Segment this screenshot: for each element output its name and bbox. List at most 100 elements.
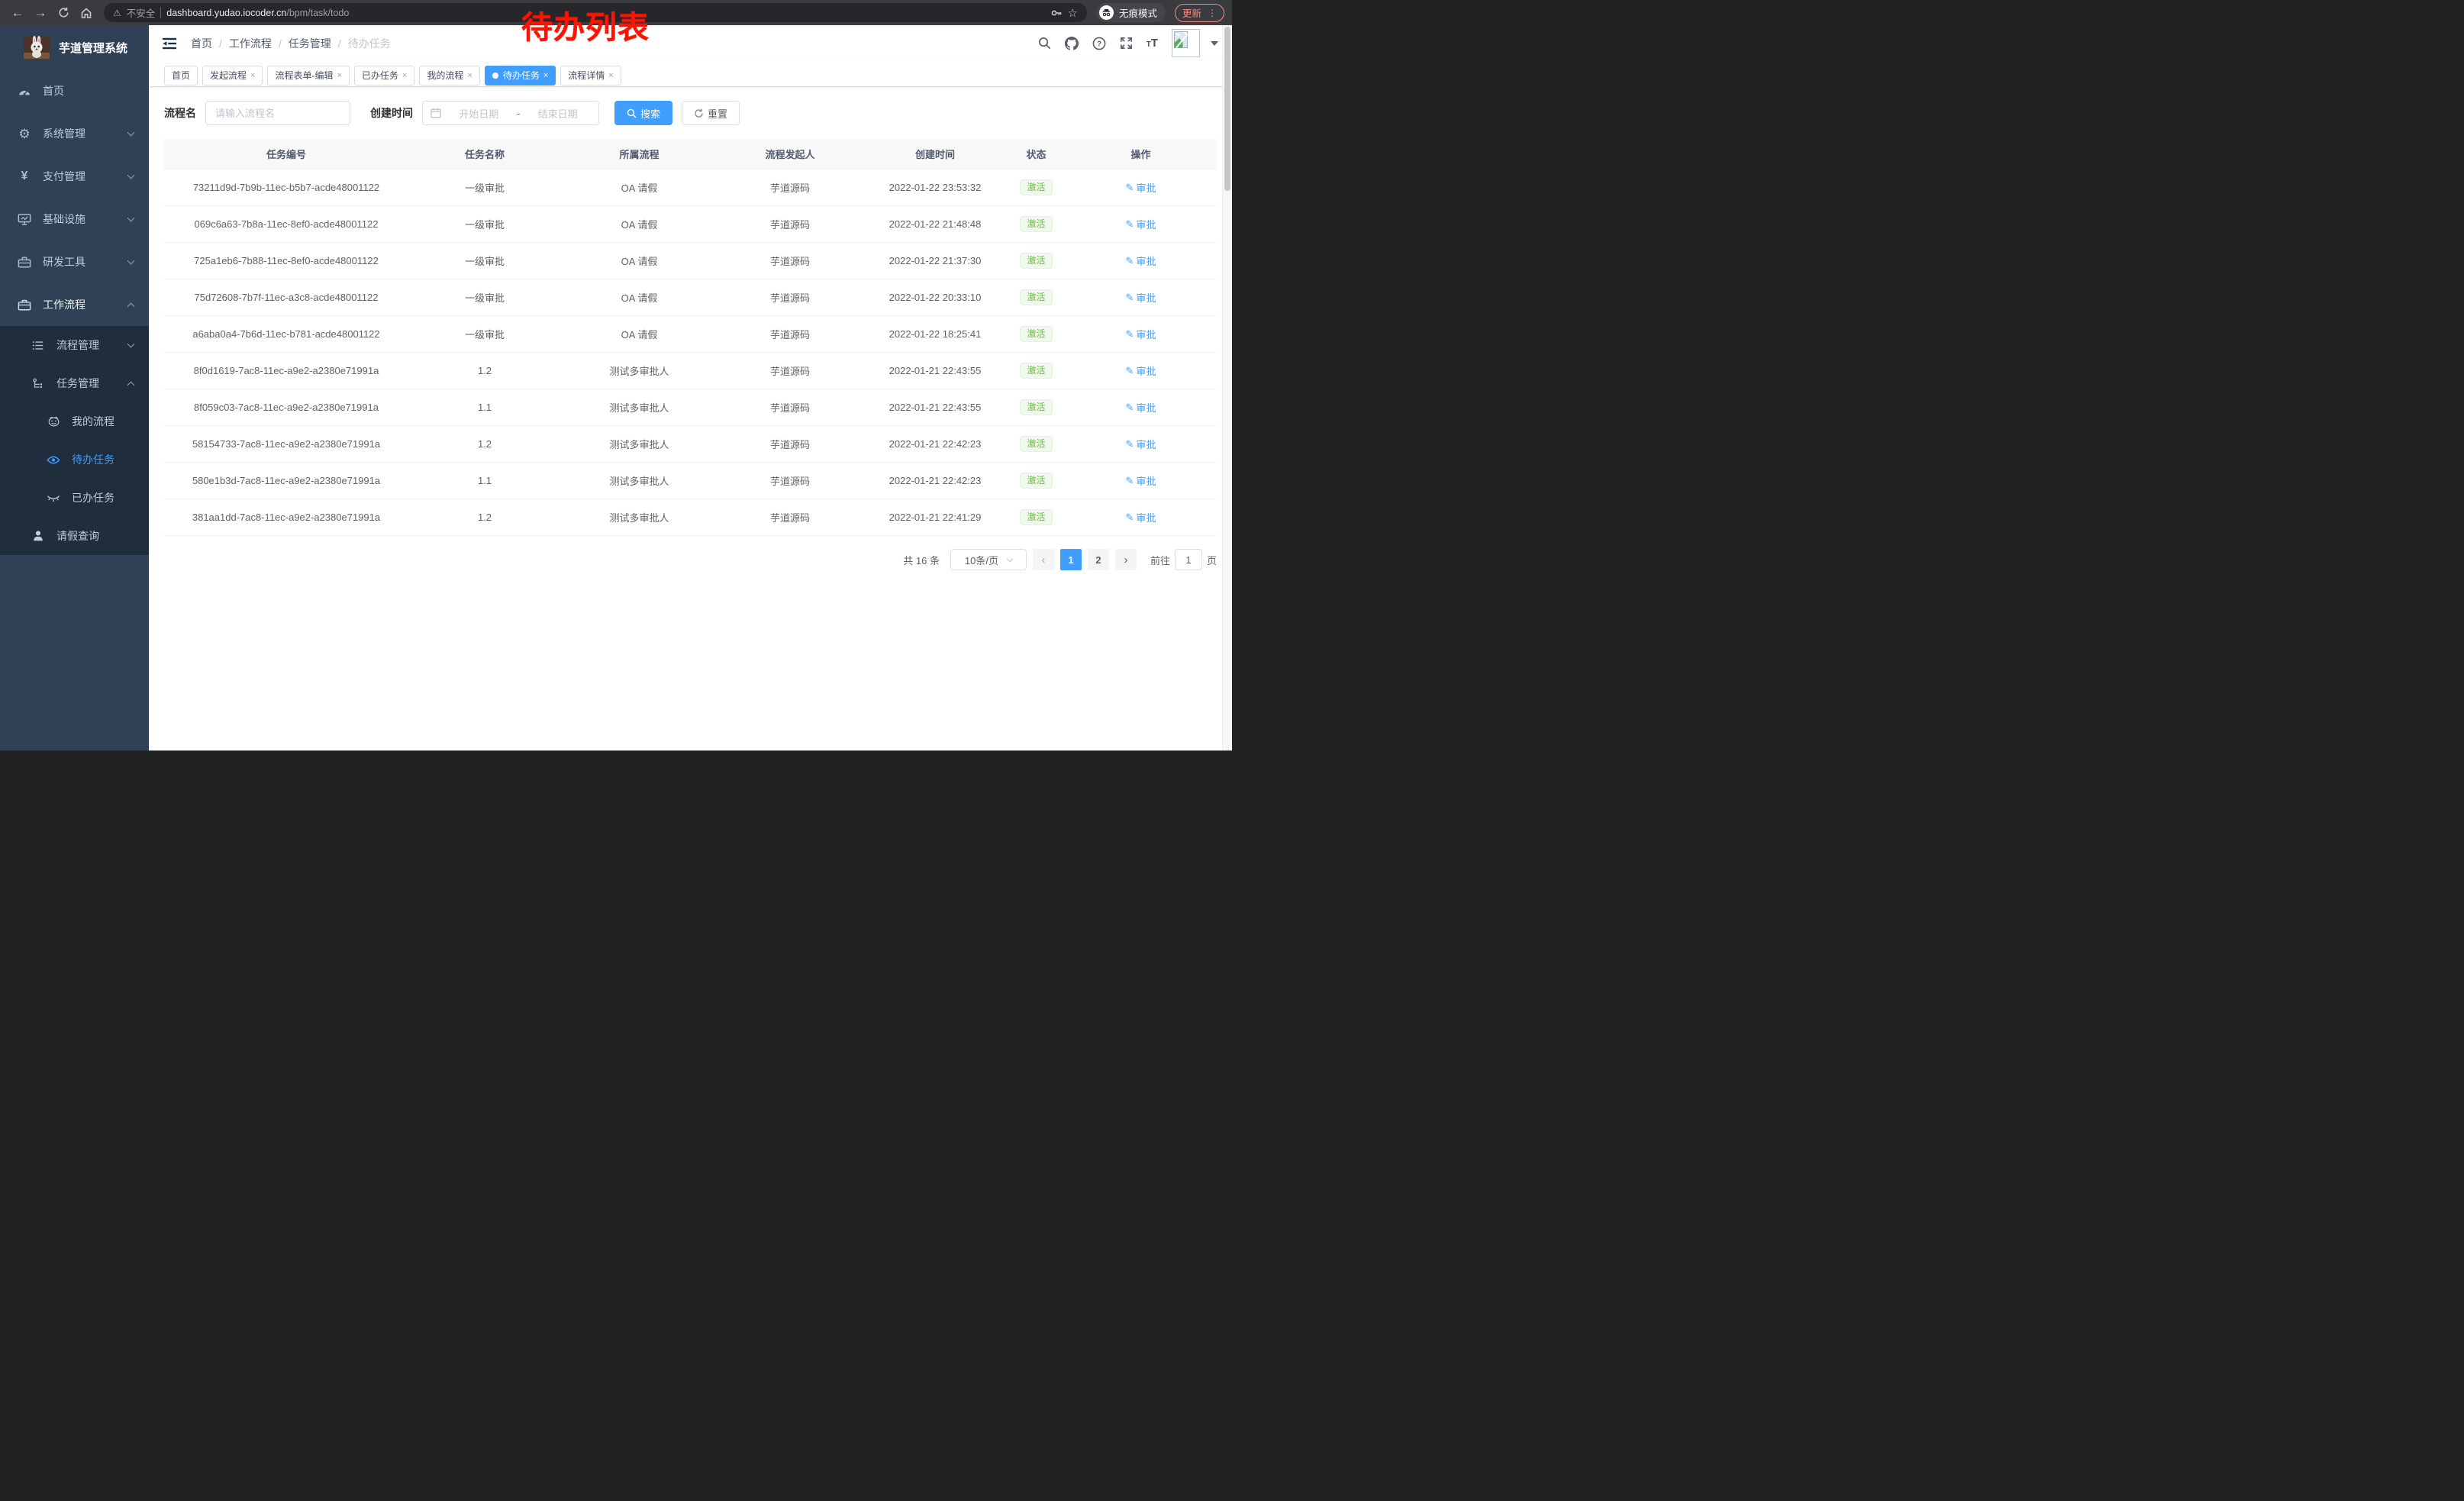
status-badge: 激活: [1020, 216, 1052, 232]
tab-my-process[interactable]: 我的流程×: [419, 66, 479, 86]
approve-link[interactable]: ✎审批: [1126, 217, 1156, 231]
avatar-dropdown-caret-icon[interactable]: [1211, 41, 1218, 46]
sidebar-item-system[interactable]: ⚙ 系统管理: [0, 112, 149, 155]
browser-forward-icon[interactable]: →: [31, 3, 50, 23]
close-tab-icon[interactable]: ×: [608, 71, 613, 80]
app-logo-row[interactable]: 芋道管理系统: [0, 25, 149, 69]
process-name-input[interactable]: [205, 101, 350, 125]
pencil-icon: ✎: [1126, 438, 1134, 450]
cell-task-name: 一级审批: [408, 327, 561, 341]
table-row: 725a1eb6-7b88-11ec-8ef0-acde48001122 一级审…: [164, 243, 1217, 279]
toolbox-icon: [17, 256, 32, 269]
status-badge: 激活: [1020, 509, 1052, 525]
cell-process: 测试多审批人: [561, 363, 718, 378]
approve-link[interactable]: ✎审批: [1126, 510, 1156, 525]
avatar[interactable]: [1172, 29, 1200, 57]
approve-link[interactable]: ✎审批: [1126, 473, 1156, 488]
sidebar-item-workflow[interactable]: 工作流程: [0, 283, 149, 326]
status-badge: 激活: [1020, 399, 1052, 415]
start-date-placeholder[interactable]: 开始日期: [446, 106, 512, 121]
page-size-select[interactable]: 10条/页: [950, 549, 1027, 570]
cell-create-time: 2022-01-21 22:42:23: [863, 475, 1008, 486]
sidebar-item-leave-query[interactable]: 请假查询: [0, 517, 149, 555]
approve-link[interactable]: ✎审批: [1126, 290, 1156, 305]
close-tab-icon[interactable]: ×: [402, 71, 407, 80]
sidebar-item-devtools[interactable]: 研发工具: [0, 240, 149, 283]
briefcase-icon: [17, 299, 32, 311]
browser-reload-icon[interactable]: [53, 3, 73, 23]
browser-back-icon[interactable]: ←: [8, 3, 27, 23]
browser-home-icon[interactable]: [76, 3, 96, 23]
reset-button[interactable]: 重置: [682, 101, 740, 125]
sidebar-item-process-mgmt[interactable]: 流程管理: [0, 326, 149, 364]
breadcrumb-task-mgmt[interactable]: 任务管理: [289, 36, 331, 51]
goto-page-input[interactable]: [1175, 549, 1202, 570]
sidebar-item-done-tasks[interactable]: 已办任务: [0, 479, 149, 517]
approve-link[interactable]: ✎审批: [1126, 363, 1156, 378]
cell-task-id: 725a1eb6-7b88-11ec-8ef0-acde48001122: [164, 255, 408, 266]
tab-todo-tasks[interactable]: 待办任务×: [485, 66, 556, 86]
page-button-2[interactable]: 2: [1088, 549, 1109, 570]
sidebar-item-todo-tasks[interactable]: 待办任务: [0, 441, 149, 479]
close-tab-icon[interactable]: ×: [467, 71, 472, 80]
next-page-button[interactable]: ›: [1115, 549, 1137, 570]
tab-process-detail[interactable]: 流程详情×: [560, 66, 621, 86]
approve-link[interactable]: ✎审批: [1126, 253, 1156, 268]
table-row: 58154733-7ac8-11ec-a9e2-a2380e71991a 1.2…: [164, 426, 1217, 463]
breadcrumb-home[interactable]: 首页: [191, 36, 212, 51]
pagination-total: 共 16 条: [903, 553, 940, 567]
close-tab-icon[interactable]: ×: [250, 71, 255, 80]
chevron-down-icon: [127, 129, 135, 137]
tab-start-process[interactable]: 发起流程×: [202, 66, 263, 86]
gear-icon: ⚙: [17, 128, 32, 140]
page-button-1[interactable]: 1: [1060, 549, 1082, 570]
sidebar-item-home[interactable]: 首页: [0, 69, 149, 112]
table-row: 8f059c03-7ac8-11ec-a9e2-a2380e71991a 1.1…: [164, 389, 1217, 426]
status-badge: 激活: [1020, 179, 1052, 195]
sidebar-collapse-icon[interactable]: [161, 35, 178, 52]
close-tab-icon[interactable]: ×: [543, 71, 548, 80]
browser-menu-icon[interactable]: ⋮: [1208, 8, 1217, 18]
font-size-icon[interactable]: TT: [1147, 37, 1158, 49]
table-row: 73211d9d-7b9b-11ec-b5b7-acde48001122 一级审…: [164, 169, 1217, 206]
tab-process-form-edit[interactable]: 流程表单-编辑×: [267, 66, 349, 86]
browser-update-button[interactable]: 更新 ⋮: [1175, 4, 1224, 22]
close-tab-icon[interactable]: ×: [337, 71, 341, 80]
table-row: 75d72608-7b7f-11ec-a3c8-acde48001122 一级审…: [164, 279, 1217, 316]
approve-link[interactable]: ✎审批: [1126, 400, 1156, 415]
breadcrumb-workflow[interactable]: 工作流程: [229, 36, 272, 51]
prev-page-icon: ‹: [1041, 554, 1045, 567]
approve-link[interactable]: ✎审批: [1126, 437, 1156, 451]
end-date-placeholder[interactable]: 结束日期: [524, 106, 591, 121]
prev-page-button[interactable]: ‹: [1033, 549, 1054, 570]
task-table: 任务编号 任务名称 所属流程 流程发起人 创建时间 状态 操作 73211d9d…: [164, 139, 1217, 536]
sidebar-item-my-process[interactable]: 我的流程: [0, 402, 149, 441]
monitor-icon: [17, 213, 32, 226]
cell-task-id: a6aba0a4-7b6d-11ec-b781-acde48001122: [164, 328, 408, 340]
cell-initiator: 芋道源码: [718, 400, 863, 415]
approve-link[interactable]: ✎审批: [1126, 327, 1156, 341]
cell-create-time: 2022-01-22 21:37:30: [863, 255, 1008, 266]
update-label: 更新: [1182, 5, 1201, 20]
cell-task-id: 069c6a63-7b8a-11ec-8ef0-acde48001122: [164, 218, 408, 230]
approve-link[interactable]: ✎审批: [1126, 180, 1156, 195]
scrollbar-thumb[interactable]: [1224, 27, 1230, 191]
create-time-range-picker[interactable]: 开始日期 - 结束日期: [422, 101, 599, 125]
search-button[interactable]: 搜索: [614, 101, 672, 125]
cell-create-time: 2022-01-22 21:48:48: [863, 218, 1008, 230]
help-question-icon[interactable]: ?: [1092, 37, 1106, 50]
tab-home[interactable]: 首页: [164, 66, 198, 86]
security-warning-label[interactable]: 不安全: [127, 5, 156, 20]
search-icon[interactable]: [1038, 37, 1051, 50]
create-time-label: 创建时间: [370, 105, 413, 121]
fullscreen-icon[interactable]: [1120, 37, 1133, 50]
sidebar-item-task-mgmt[interactable]: 任务管理: [0, 364, 149, 402]
sidebar-item-payment[interactable]: ¥ 支付管理: [0, 155, 149, 198]
password-key-icon[interactable]: [1050, 7, 1063, 19]
github-icon[interactable]: [1065, 37, 1079, 50]
bookmark-star-icon[interactable]: ☆: [1068, 6, 1078, 20]
sidebar-item-infrastructure[interactable]: 基础设施: [0, 198, 149, 240]
url-text[interactable]: dashboard.yudao.iocoder.cn/bpm/task/todo: [166, 6, 349, 20]
page-scrollbar[interactable]: [1222, 25, 1232, 750]
tab-done-tasks[interactable]: 已办任务×: [354, 66, 414, 86]
